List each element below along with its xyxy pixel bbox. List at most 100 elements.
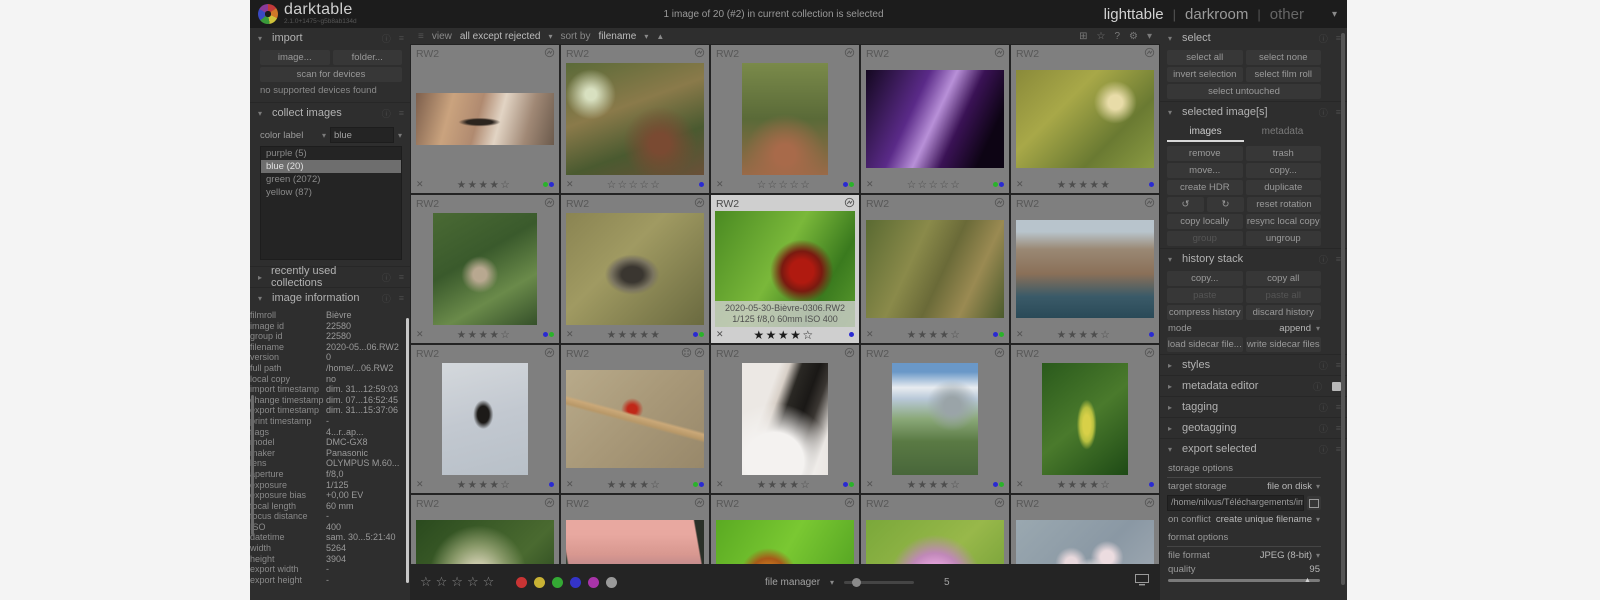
rotate-ccw-button[interactable]: ↺ (1167, 197, 1204, 212)
chevron-down-icon[interactable]: ▾ (1147, 31, 1152, 42)
presets-icon[interactable]: ≡ (399, 272, 404, 282)
chevron-down-icon[interactable]: ▾ (1316, 551, 1320, 560)
ratings-filter-icon[interactable]: ☆ (1096, 31, 1105, 42)
photo-vulture-cliff[interactable] (416, 93, 554, 145)
photo-pink-mountain[interactable] (566, 520, 704, 564)
reset-icon[interactable]: ⓘ (1319, 401, 1328, 414)
metadata-list-icon[interactable] (1332, 381, 1341, 391)
presets-icon[interactable]: ≡ (399, 33, 404, 43)
photo-white-flowers[interactable] (1016, 520, 1154, 564)
expander-icon[interactable]: ▾ (1168, 445, 1176, 454)
reject-icon[interactable]: ✕ (566, 179, 580, 190)
collect-rule-property[interactable]: color label (260, 130, 318, 141)
copy-button[interactable]: copy... (1245, 163, 1321, 178)
photo-mossy-stone[interactable] (416, 520, 554, 564)
reject-icon[interactable]: ✕ (716, 329, 730, 340)
photo-mountain-clouds[interactable] (892, 363, 978, 475)
copy-locally-button[interactable]: copy locally (1167, 214, 1243, 229)
right-panel-scrollbar[interactable] (1341, 33, 1345, 585)
photo-purple-mineral[interactable] (866, 70, 1004, 168)
geotagging-panel-header[interactable]: ▸ geotagging ⓘ ≡ (1160, 418, 1347, 438)
filter-presets-icon[interactable]: ≡ (418, 31, 424, 42)
compress-history-button[interactable]: compress history (1167, 305, 1243, 320)
gray-color-label-button[interactable] (606, 576, 618, 588)
star-rating[interactable]: ★★★★☆ (580, 479, 688, 491)
star-rating[interactable]: ★★★★★ (580, 329, 688, 341)
select-panel-header[interactable]: ▾ select ⓘ ≡ (1160, 28, 1347, 48)
help-icon[interactable]: ? (1114, 31, 1120, 42)
select-film-roll-button[interactable]: select film roll (1245, 67, 1321, 82)
thumbnail-cell[interactable]: RW2✕ (561, 495, 709, 564)
reset-rotation-button[interactable]: reset rotation (1247, 197, 1321, 212)
star-rating[interactable]: ★★★★☆ (880, 329, 988, 341)
reset-icon[interactable]: ⓘ (382, 292, 391, 305)
browse-folder-button[interactable] (1307, 496, 1321, 510)
reject-icon[interactable]: ✕ (1016, 479, 1030, 490)
star-rating[interactable]: ★★★★☆ (430, 329, 538, 341)
photo-yellow-orchid[interactable] (1042, 363, 1128, 475)
green-color-label-button[interactable] (552, 576, 564, 588)
thumbnail-cell[interactable]: RW2✕ (1011, 495, 1159, 564)
star-rating[interactable]: ★★★★☆ (1030, 479, 1138, 491)
thumbnail-cell[interactable]: RW2✕ (861, 495, 1009, 564)
view-filter-dropdown[interactable]: all except rejected (460, 31, 541, 42)
sort-by-dropdown[interactable]: filename (599, 31, 637, 42)
file-format-dropdown[interactable]: JPEG (8-bit) (1260, 550, 1312, 561)
reject-icon[interactable]: ✕ (566, 329, 580, 340)
presets-icon[interactable]: ≡ (399, 293, 404, 303)
copy-all-button[interactable]: copy all (1245, 271, 1321, 286)
zoom-slider-knob[interactable] (852, 577, 862, 587)
photo-dragonfly-twig[interactable] (566, 370, 704, 468)
selected-images-panel-header[interactable]: ▾ selected image[s] ⓘ ≡ (1160, 102, 1347, 122)
reject-icon[interactable]: ✕ (1016, 329, 1030, 340)
left-panel-scrollbar[interactable] (251, 395, 254, 535)
chevron-down-icon[interactable]: ▾ (1316, 515, 1320, 524)
thumbnail-cell[interactable]: RW2 ✕ ★★★★☆ (861, 195, 1009, 343)
photo-duck-water[interactable] (566, 213, 704, 325)
photo-cat-face[interactable] (742, 363, 828, 475)
resync-local-copy-button[interactable]: resync local copy (1245, 214, 1321, 229)
star-rating[interactable]: ★★★★☆ (1030, 329, 1138, 341)
target-storage-dropdown[interactable]: file on disk (1267, 481, 1312, 492)
photo-red-beetle[interactable]: 2020-05-30-Bièvre-0306.RW2 1/125 f/8,0 60… (715, 211, 855, 327)
on-conflict-dropdown[interactable]: create unique filename (1216, 514, 1312, 525)
reject-icon[interactable]: ✕ (416, 179, 430, 190)
expander-icon[interactable]: ▾ (258, 294, 266, 303)
collapsed-icon[interactable]: ▸ (1168, 424, 1176, 433)
thumbnail-cell[interactable]: RW2✕ (411, 495, 559, 564)
collect-images-panel-header[interactable]: ▾ collect images ⓘ ≡ (250, 103, 410, 123)
chevron-down-icon[interactable]: ▾ (1316, 324, 1320, 333)
photo-butterfly-bush[interactable] (1016, 70, 1154, 168)
display-profile-icon[interactable] (1134, 573, 1150, 591)
select-untouched-button[interactable]: select untouched (1167, 84, 1321, 99)
reject-icon[interactable]: ✕ (416, 479, 430, 490)
load-sidecar-file-button[interactable]: load sidecar file... (1167, 337, 1243, 352)
collapsed-icon[interactable]: ▸ (1168, 382, 1176, 391)
star-rating[interactable]: ☆☆☆☆☆ (730, 179, 838, 191)
import-folder-button[interactable]: folder... (332, 50, 402, 65)
expander-icon[interactable]: ▾ (1168, 34, 1176, 43)
thumbnail-cell[interactable]: RW2 ✕ ★★★★☆ (1011, 195, 1159, 343)
photo-garden-patio[interactable] (742, 63, 828, 175)
thumbnail-cell[interactable]: RW2 ✕ ★★★★☆ (711, 345, 859, 493)
photo-garden-ornament[interactable] (566, 63, 704, 175)
star-rating[interactable]: ★★★★★ (1030, 179, 1138, 191)
chevron-down-icon[interactable]: ▾ (398, 131, 402, 140)
red-color-label-button[interactable] (516, 576, 528, 588)
thumbnail-cell[interactable]: RW2 ✕ ☆☆☆☆☆ (861, 45, 1009, 193)
chevron-down-icon[interactable]: ▾ (830, 578, 834, 587)
reject-icon[interactable]: ✕ (716, 479, 730, 490)
duplicate-button[interactable]: duplicate (1245, 180, 1321, 195)
expander-icon[interactable]: ▾ (1168, 255, 1176, 264)
thumbnail-cell[interactable]: RW2 ✕ ★★★★★ (1011, 45, 1159, 193)
tagging-panel-header[interactable]: ▸ tagging ⓘ ≡ (1160, 397, 1347, 417)
views-menu-caret-icon[interactable]: ▾ (1332, 9, 1337, 20)
view-tab-darkroom[interactable]: darkroom (1185, 6, 1248, 23)
reset-icon[interactable]: ⓘ (1319, 253, 1328, 266)
reject-icon[interactable]: ✕ (866, 479, 880, 490)
thumbnail-cell[interactable]: RW2 ✕ ★★★★☆ (411, 345, 559, 493)
move-button[interactable]: move... (1167, 163, 1243, 178)
export-path-input[interactable]: /home/nilvus/Téléchargements/im (1167, 495, 1304, 511)
discard-history-button[interactable]: discard history (1245, 305, 1321, 320)
metadata-editor-panel-header[interactable]: ▸ metadata editor ⓘ (1160, 376, 1347, 396)
